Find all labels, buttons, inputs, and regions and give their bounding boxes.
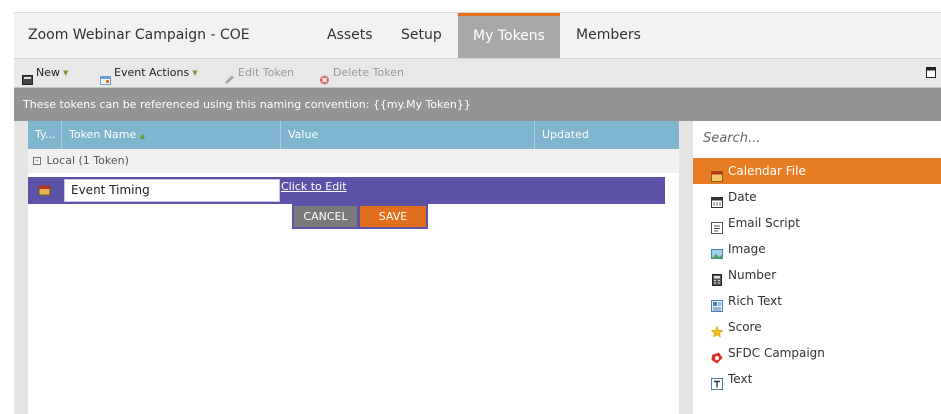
pencil-icon (224, 68, 235, 84)
score-star-icon (710, 321, 724, 338)
token-type-label: Date (728, 190, 757, 204)
delete-token-button[interactable]: Delete Token (319, 59, 404, 87)
token-name-input[interactable]: Event Timing (64, 179, 280, 202)
click-to-edit-link[interactable]: Click to Edit (281, 180, 347, 193)
new-icon (22, 68, 33, 85)
rich-text-icon (711, 295, 723, 312)
token-type-date[interactable]: Date (693, 184, 941, 210)
tab-setup[interactable]: Setup (401, 13, 451, 58)
column-header-value[interactable]: Value (281, 121, 535, 149)
tab-my-tokens[interactable]: My Tokens (458, 13, 560, 58)
token-type-number[interactable]: Number (693, 262, 941, 288)
token-type-label: Number (728, 268, 777, 282)
app-window: Zoom Webinar Campaign - COE Template Ass… (0, 0, 941, 414)
grid-header: Ty... Token Name ▲ Value Updated (28, 121, 679, 149)
delete-token-label: Delete Token (333, 66, 404, 79)
new-label: New (36, 66, 60, 79)
token-grid: Ty... Token Name ▲ Value Updated - Local… (28, 121, 679, 414)
collapse-icon[interactable]: - (33, 157, 41, 165)
token-type-label: Rich Text (728, 294, 782, 308)
token-type-label: Calendar File (728, 164, 806, 178)
panel-toggle-icon[interactable] (926, 67, 936, 81)
event-actions-button[interactable]: Event Actions ▼ (100, 59, 198, 87)
calendar-file-icon (711, 165, 723, 182)
table-row-editing[interactable]: Event Timing Click to Edit (28, 177, 665, 204)
token-type-calendar-file[interactable]: Calendar File (693, 158, 941, 184)
sort-asc-icon: ▲ (139, 132, 146, 140)
tab-members[interactable]: Members (576, 13, 646, 58)
token-type-panel-area: Search... Calendar File Date Email Scrip… (679, 121, 941, 414)
token-type-label: Email Script (728, 216, 800, 230)
search-input[interactable]: Search... (693, 121, 941, 155)
naming-convention-info: These tokens can be referenced using thi… (14, 88, 941, 121)
tab-bar: Zoom Webinar Campaign - COE Template Ass… (14, 12, 941, 87)
edit-token-label: Edit Token (238, 66, 295, 79)
email-script-icon (711, 217, 723, 234)
token-grid-area: Ty... Token Name ▲ Value Updated - Local… (14, 121, 679, 414)
token-type-image[interactable]: Image (693, 236, 941, 262)
token-type-panel: Search... Calendar File Date Email Scrip… (693, 121, 941, 414)
token-type-email-script[interactable]: Email Script (693, 210, 941, 236)
edit-token-button[interactable]: Edit Token (224, 59, 294, 87)
token-type-label: Text (728, 372, 753, 386)
chevron-down-icon: ▼ (192, 69, 198, 77)
column-header-token-name[interactable]: Token Name ▲ (62, 121, 281, 149)
column-header-token-name-label: Token Name (69, 128, 137, 141)
column-header-updated[interactable]: Updated (535, 121, 665, 149)
token-type-sfdc-campaign[interactable]: SFDC Campaign (693, 340, 941, 366)
token-type-score[interactable]: Score (693, 314, 941, 340)
calendar-file-type-icon (28, 177, 62, 204)
event-actions-label: Event Actions (114, 66, 190, 79)
event-actions-icon (100, 68, 111, 85)
group-label: Local (1 Token) (46, 154, 129, 167)
save-button[interactable]: SAVE (360, 206, 426, 227)
cancel-button[interactable]: CANCEL (294, 206, 357, 227)
tab-assets[interactable]: Assets (327, 13, 387, 58)
column-header-type[interactable]: Ty... (28, 121, 62, 149)
sfdc-campaign-icon (711, 347, 723, 364)
text-icon (711, 373, 723, 390)
token-type-text[interactable]: Text (693, 366, 941, 392)
new-button[interactable]: New ▼ (22, 59, 68, 87)
token-type-label: Image (728, 242, 766, 256)
toolbar: New ▼ Event Actions ▼ Edit Token Delete … (14, 58, 941, 88)
group-row-local[interactable]: - Local (1 Token) (28, 149, 679, 173)
token-type-rich-text[interactable]: Rich Text (693, 288, 941, 314)
token-type-label: SFDC Campaign (728, 346, 825, 360)
image-icon (711, 243, 723, 259)
tab-campaign[interactable]: Zoom Webinar Campaign - COE Template (28, 13, 308, 87)
token-type-label: Score (728, 320, 762, 334)
chevron-down-icon: ▼ (63, 69, 69, 77)
date-icon (711, 191, 723, 208)
number-icon (711, 269, 723, 286)
edit-actions: CANCEL SAVE (292, 204, 428, 229)
delete-icon (319, 68, 330, 85)
